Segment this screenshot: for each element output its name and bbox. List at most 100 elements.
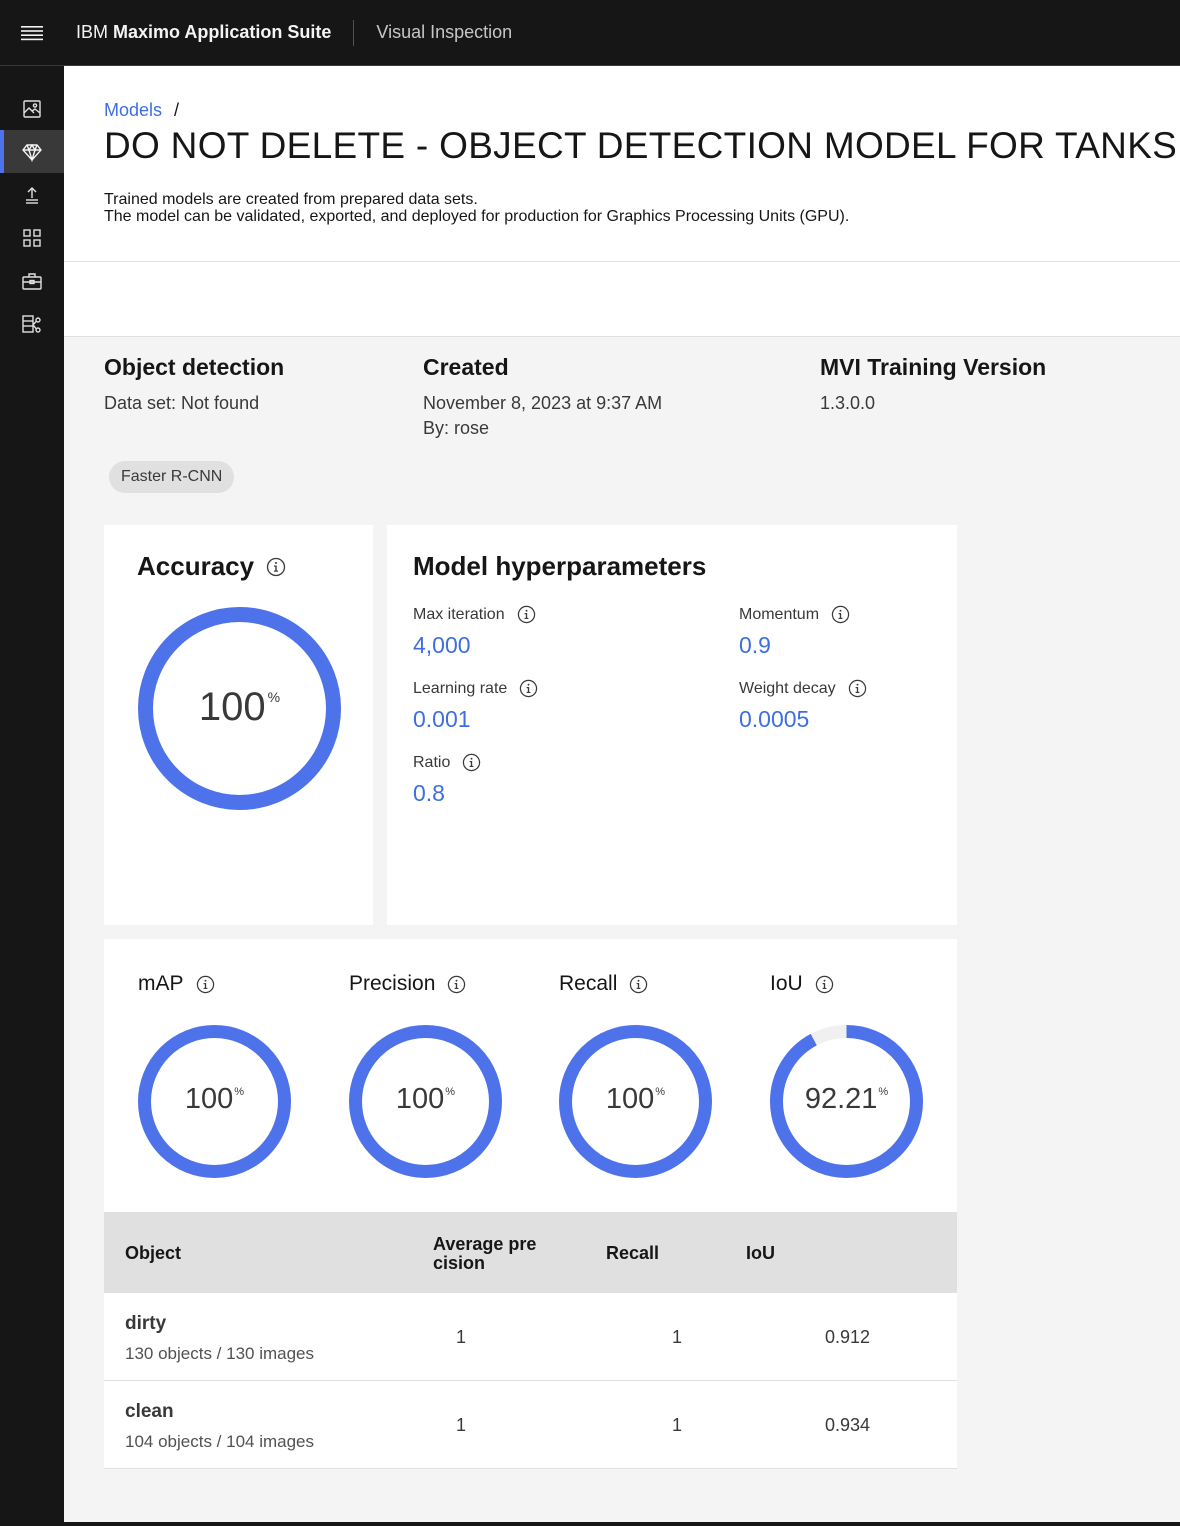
hp-learning-rate: Learning rate 0.001 (413, 679, 538, 733)
page-header-top: Models / DO NOT DELETE - OBJECT DETECTIO… (64, 66, 1180, 262)
brand-prefix: IBM (76, 22, 109, 42)
breadcrumb: Models / (104, 100, 1180, 121)
info-icon[interactable] (517, 605, 536, 624)
col-header-iou[interactable]: IoU (746, 1244, 775, 1263)
upload-icon (26, 186, 38, 204)
sidebar-item-data-sets[interactable] (0, 87, 64, 130)
created-date: November 8, 2023 at 9:37 AM (423, 393, 663, 413)
hamburger-menu-icon (21, 25, 43, 40)
col-header-line: cision (433, 1253, 486, 1273)
cell-average-precision: 1 (456, 1415, 467, 1435)
metric-name: IoU (770, 972, 803, 995)
hp-label: Weight decay (739, 679, 836, 697)
suite-name[interactable]: IBM Maximo Application Suite (76, 22, 331, 43)
sidebar-item-models[interactable] (0, 130, 64, 173)
object-count: 130 objects / 130 images (125, 1344, 315, 1363)
table-header: Object Average pre cision Recall IoU (104, 1212, 957, 1293)
hp-value: 4,000 (413, 632, 471, 658)
dashboard-icon (23, 228, 41, 247)
info-icon[interactable] (462, 753, 481, 772)
hyperparameters-card: Model hyperparameters Max iteration 4,00… (387, 525, 957, 925)
brand-divider (353, 19, 355, 46)
sidebar-item-deploy[interactable] (0, 173, 64, 216)
metric-unit: % (445, 1086, 456, 1098)
sidebar-item-toolbox[interactable] (0, 259, 64, 302)
breadcrumb-separator: / (174, 100, 180, 120)
hp-ratio: Ratio 0.8 (413, 753, 481, 807)
objects-table: Object Average pre cision Recall IoU dir… (104, 1212, 957, 1469)
image-icon (23, 99, 41, 118)
hp-label-row: Ratio (413, 753, 481, 772)
metric-unit: % (234, 1086, 245, 1098)
metric-label-map: mAP (138, 972, 215, 996)
hp-weight-decay: Weight decay 0.0005 (739, 679, 867, 733)
metric-unit: % (878, 1086, 889, 1098)
col-header-recall[interactable]: Recall (606, 1244, 659, 1263)
cell-recall: 1 (672, 1327, 683, 1347)
page-header: Models / DO NOT DELETE - OBJECT DETECTIO… (64, 66, 1180, 337)
map-value: 100 % (137, 1083, 292, 1116)
dataset-text: Data set: Not found (104, 393, 260, 413)
hp-label-row: Weight decay (739, 679, 867, 698)
metric-name: Precision (349, 972, 436, 995)
metric-label-recall: Recall (559, 972, 648, 996)
description-line-1: Trained models are created from prepared… (104, 191, 478, 208)
app-window: IBM Maximo Application Suite Visual Insp… (0, 0, 1180, 1526)
hp-label-row: Momentum (739, 605, 850, 624)
summary-type: Object detection Data set: Not found (104, 354, 284, 416)
metrics-card: mAP 100 % Precision 100 % Recall 100 % I… (104, 939, 957, 1212)
cell-iou: 0.912 (825, 1327, 871, 1347)
page-title: DO NOT DELETE - OBJECT DETECTION MODEL F… (104, 125, 1178, 166)
hp-label: Momentum (739, 605, 820, 623)
info-icon[interactable] (196, 975, 215, 994)
col-header-average-precision[interactable]: Average pre cision (433, 1235, 536, 1273)
object-name: clean (125, 1401, 174, 1422)
metric-unit: % (655, 1086, 666, 1098)
sidebar-item-data-share[interactable] (0, 302, 64, 345)
summary-version: MVI Training Version 1.3.0.0 (820, 354, 1046, 416)
table-row[interactable]: dirty 130 objects / 130 images 1 1 0.912 (104, 1293, 957, 1381)
product-name[interactable]: Visual Inspection (376, 22, 512, 43)
hyperparameters-title: Model hyperparameters (413, 551, 707, 581)
model-type-title: Object detection (104, 354, 285, 380)
version-value: 1.3.0.0 (820, 393, 876, 413)
cell-recall: 1 (672, 1415, 683, 1435)
metric-label-precision: Precision (349, 972, 466, 996)
created-by: By: rose (423, 418, 490, 438)
breadcrumb-link-models[interactable]: Models (104, 100, 162, 121)
hp-label: Max iteration (413, 605, 505, 623)
info-icon[interactable] (629, 975, 648, 994)
info-icon[interactable] (519, 679, 538, 698)
hp-value: 0.8 (413, 780, 445, 806)
accuracy-title-row: Accuracy (137, 551, 286, 582)
description-line-2: The model can be validated, exported, an… (104, 208, 850, 225)
col-header-object[interactable]: Object (125, 1244, 181, 1263)
accuracy-number: 100 (198, 685, 266, 729)
hp-label-row: Learning rate (413, 679, 538, 698)
table-row[interactable]: clean 104 objects / 104 images 1 1 0.934 (104, 1381, 957, 1469)
metric-label-iou: IoU (770, 972, 834, 996)
hp-momentum: Momentum 0.9 (739, 605, 850, 659)
accuracy-title: Accuracy (137, 551, 255, 581)
object-count: 104 objects / 104 images (125, 1432, 315, 1451)
cell-average-precision: 1 (456, 1327, 467, 1347)
accuracy-card: Accuracy 100 % (104, 525, 373, 925)
info-icon[interactable] (266, 557, 286, 577)
iou-value: 92.21 % (769, 1083, 924, 1116)
version-title: MVI Training Version (820, 354, 1047, 380)
hp-label: Ratio (413, 753, 451, 771)
precision-value: 100 % (348, 1083, 503, 1116)
sidebar-item-dashboard[interactable] (0, 216, 64, 259)
side-nav (0, 66, 64, 1526)
col-header-line: Average pre (433, 1234, 537, 1254)
menu-button[interactable] (0, 0, 64, 66)
top-bar: IBM Maximo Application Suite Visual Insp… (0, 0, 1180, 66)
info-icon[interactable] (831, 605, 850, 624)
info-icon[interactable] (447, 975, 466, 994)
hp-label-row: Max iteration (413, 605, 536, 624)
data-share-icon (22, 314, 41, 333)
info-icon[interactable] (848, 679, 867, 698)
accuracy-unit: % (267, 689, 281, 705)
cell-iou: 0.934 (825, 1415, 871, 1435)
info-icon[interactable] (815, 975, 834, 994)
